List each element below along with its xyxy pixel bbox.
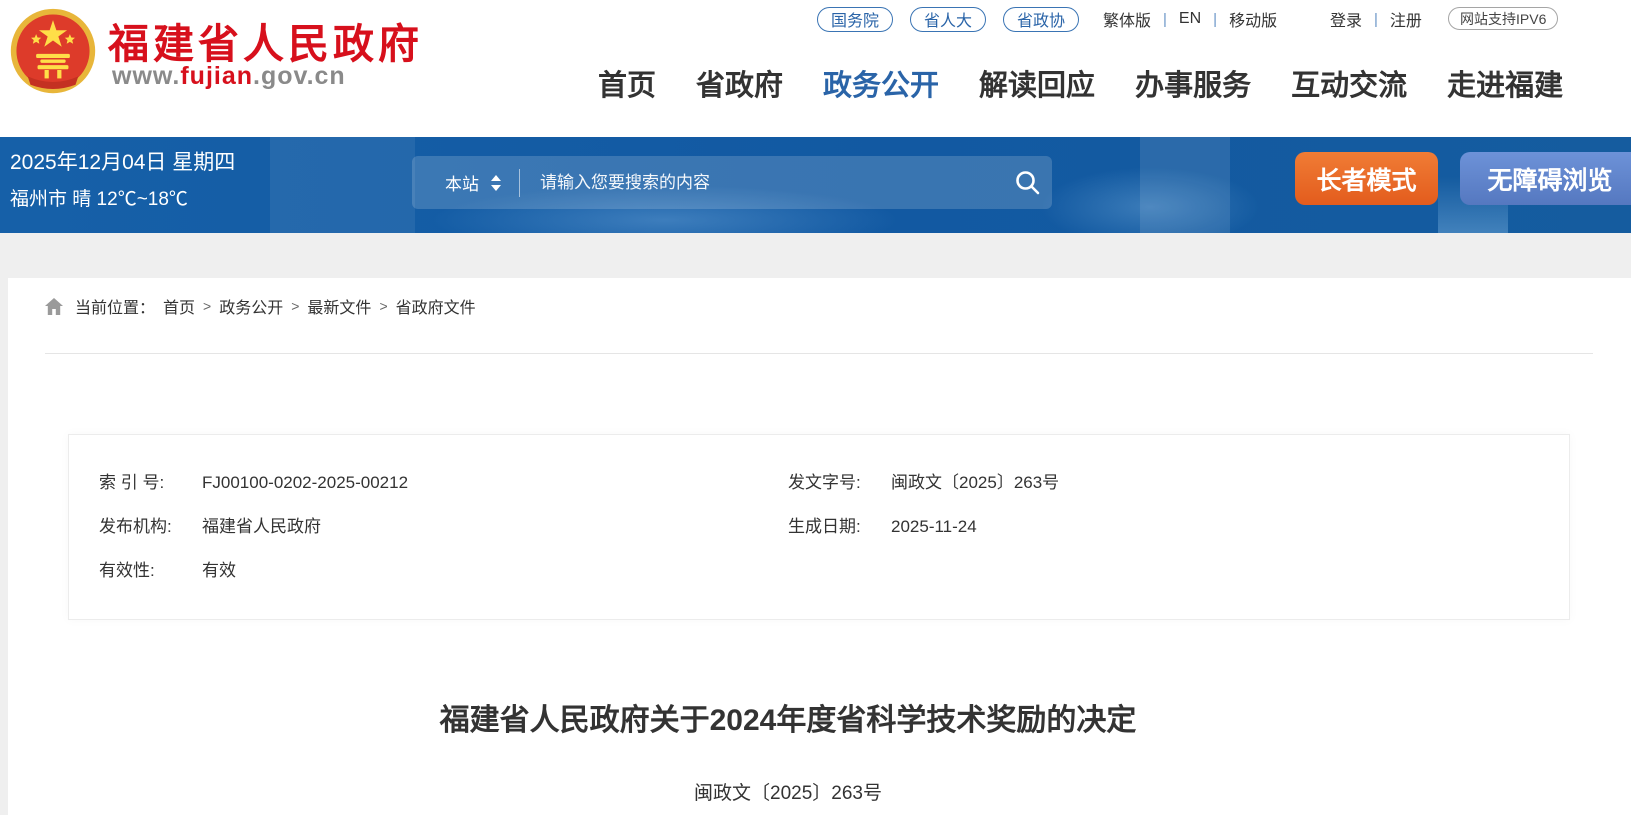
site-header: 福建省人民政府 www.fujian.gov.cn 国务院 省人大 省政协 繁体… [0, 0, 1631, 137]
weather-info: 福州市 晴 12℃~18℃ [10, 184, 188, 211]
index-number-label: 索 引 号: [99, 461, 202, 505]
document-info-box: 索 引 号:FJ00100-0202-2025-00212 发布机构:福建省人民… [68, 434, 1570, 620]
link-state-council[interactable]: 国务院 [817, 7, 893, 32]
article-doc-number-container: 闽政文〔2025〕263号 [8, 778, 1568, 805]
current-date: 2025年12月04日 星期四 [10, 146, 235, 176]
separator: | [1374, 11, 1378, 28]
link-provincial-congress[interactable]: 省人大 [910, 7, 986, 32]
search-box: 本站 [412, 156, 1052, 209]
page: 福建省人民政府 www.fujian.gov.cn 国务院 省人大 省政协 繁体… [0, 0, 1631, 815]
info-row-issuing-agency: 发布机构:福建省人民政府 [99, 505, 408, 549]
nav-item-services[interactable]: 办事服务 [1135, 62, 1251, 104]
banner-decoration [270, 137, 415, 233]
chevron-up-down-icon [491, 175, 501, 191]
breadcrumb-separator: > [291, 298, 299, 314]
link-mobile-version[interactable]: 移动版 [1229, 7, 1277, 31]
info-row-issue-date: 生成日期:2025-11-24 [788, 505, 1059, 549]
elder-mode-button[interactable]: 长者模式 [1295, 152, 1438, 205]
main-content: 当前位置： 首页 > 政务公开 > 最新文件 > 省政府文件 索 引 号:FJ0… [8, 278, 1631, 815]
gov-links-group: 国务院 省人大 省政协 [817, 6, 1079, 32]
banner-decoration [1140, 137, 1230, 233]
info-row-document-number: 发文字号:闽政文〔2025〕263号 [788, 461, 1059, 505]
nav-item-interpretation[interactable]: 解读回应 [979, 62, 1095, 104]
article-doc-number: 闽政文〔2025〕263号 [694, 783, 882, 804]
search-icon [1014, 169, 1041, 196]
nav-item-provincial-government[interactable]: 省政府 [696, 62, 783, 104]
article-title: 福建省人民政府关于2024年度省科学技术奖励的决定 [440, 704, 1137, 737]
register-link[interactable]: 注册 [1390, 7, 1422, 31]
language-links-group: 繁体版 | EN | 移动版 [1103, 6, 1277, 32]
breadcrumb: 当前位置： 首页 > 政务公开 > 最新文件 > 省政府文件 [45, 296, 476, 316]
nav-item-discover-fujian[interactable]: 走进福建 [1447, 62, 1563, 104]
main-nav: 首页 省政府 政务公开 解读回应 办事服务 互动交流 走进福建 [598, 62, 1563, 104]
link-english[interactable]: EN [1179, 10, 1201, 28]
separator: | [1213, 11, 1217, 28]
separator: | [1163, 11, 1167, 28]
article-title-container: 福建省人民政府关于2024年度省科学技术奖励的决定 [8, 695, 1568, 739]
breadcrumb-provincial-documents[interactable]: 省政府文件 [396, 294, 476, 318]
document-info-left-column: 索 引 号:FJ00100-0202-2025-00212 发布机构:福建省人民… [99, 461, 408, 593]
issue-date-value: 2025-11-24 [891, 517, 977, 536]
auth-links-group: 登录 | 注册 [1330, 6, 1422, 32]
site-title: 福建省人民政府 [108, 10, 423, 70]
breadcrumb-separator: > [203, 298, 211, 314]
breadcrumb-latest-documents[interactable]: 最新文件 [307, 294, 371, 318]
search-button[interactable] [1002, 156, 1052, 209]
login-link[interactable]: 登录 [1330, 7, 1362, 31]
url-prefix: www. [112, 62, 180, 90]
issuing-agency-label: 发布机构: [99, 505, 202, 549]
nav-item-interaction[interactable]: 互动交流 [1291, 62, 1407, 104]
nav-item-home[interactable]: 首页 [598, 62, 656, 104]
search-input[interactable] [540, 173, 1002, 193]
document-number-value: 闽政文〔2025〕263号 [891, 473, 1059, 492]
link-provincial-cppcc[interactable]: 省政协 [1003, 7, 1079, 32]
breadcrumb-home[interactable]: 首页 [163, 294, 195, 318]
site-url: www.fujian.gov.cn [112, 62, 346, 91]
breadcrumb-separator: > [379, 298, 387, 314]
url-suffix: .gov.cn [253, 62, 346, 90]
url-mid: fujian [180, 62, 253, 90]
document-number-label: 发文字号: [788, 461, 891, 505]
nav-item-government-affairs[interactable]: 政务公开 [823, 62, 939, 104]
issuing-agency-value: 福建省人民政府 [202, 517, 321, 536]
breadcrumb-prefix: 当前位置： [75, 294, 155, 318]
validity-label: 有效性: [99, 549, 202, 593]
document-info-right-column: 发文字号:闽政文〔2025〕263号 生成日期:2025-11-24 [788, 461, 1059, 549]
national-emblem-logo [8, 5, 98, 97]
breadcrumb-government-affairs[interactable]: 政务公开 [219, 294, 283, 318]
search-scope-selector[interactable]: 本站 [412, 170, 501, 195]
divider [519, 169, 520, 197]
banner: 2025年12月04日 星期四 福州市 晴 12℃~18℃ 本站 长者模式 无障… [0, 137, 1631, 233]
home-icon[interactable] [45, 298, 63, 315]
ipv6-support-badge: 网站支持IPV6 [1448, 7, 1558, 30]
accessibility-button[interactable]: 无障碍浏览 [1460, 152, 1631, 205]
validity-value: 有效 [202, 561, 236, 580]
link-traditional-chinese[interactable]: 繁体版 [1103, 7, 1151, 31]
banner-decoration [1040, 167, 1260, 233]
divider [45, 353, 1593, 354]
info-row-validity: 有效性:有效 [99, 549, 408, 593]
index-number-value: FJ00100-0202-2025-00212 [202, 473, 408, 492]
issue-date-label: 生成日期: [788, 505, 891, 549]
info-row-index-number: 索 引 号:FJ00100-0202-2025-00212 [99, 461, 408, 505]
search-scope-label: 本站 [445, 170, 479, 195]
